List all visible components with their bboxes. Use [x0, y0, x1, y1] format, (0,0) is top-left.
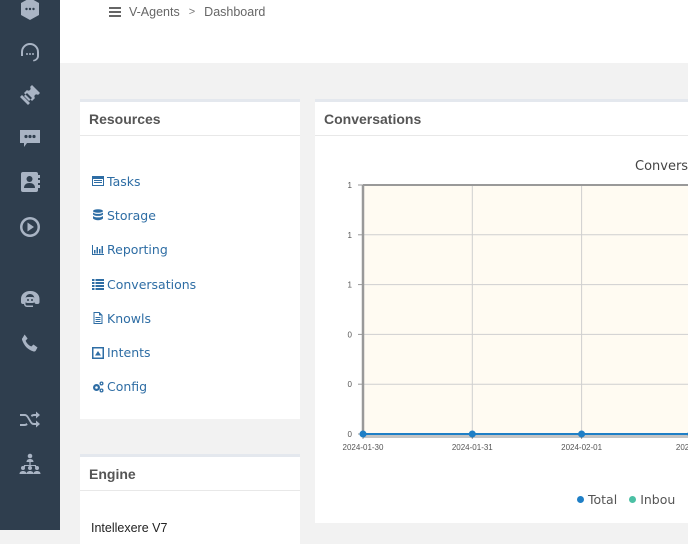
resource-link-storage[interactable]: Storage	[91, 198, 300, 232]
list-icon	[91, 278, 104, 291]
contact-book-icon	[21, 172, 40, 192]
sidebar-item-tickets[interactable]	[15, 80, 45, 110]
shuffle-icon	[20, 411, 40, 428]
data-point	[468, 430, 476, 438]
sidebar-item-support[interactable]	[15, 37, 45, 67]
x-tick-label: 2024	[676, 443, 688, 452]
sidebar-item-playback[interactable]	[15, 212, 45, 242]
resource-link-config[interactable]: Config	[91, 370, 300, 404]
breadcrumb-root[interactable]: V-Agents	[129, 5, 180, 19]
breadcrumb-separator: >	[188, 6, 196, 18]
engine-value: Intellexere V7	[91, 521, 168, 535]
resource-label: Conversations	[107, 276, 197, 292]
y-tick-label: 0	[348, 380, 353, 389]
resource-label: Config	[107, 379, 148, 395]
plot-area	[363, 185, 688, 434]
file-text-icon	[91, 312, 104, 325]
y-tick-label: 1	[348, 281, 353, 290]
conversations-panel: Conversations 1 1 1 0 0 0 2024-01-30 2024-01-31…	[315, 99, 688, 523]
sidebar-item-chat[interactable]	[15, 0, 45, 24]
resource-link-reporting[interactable]: Reporting	[91, 233, 300, 267]
sidebar-item-hierarchy[interactable]	[15, 449, 45, 479]
resource-label: Intents	[107, 345, 151, 361]
data-point	[359, 430, 367, 438]
y-tick-label: 1	[348, 181, 353, 190]
sidebar-item-agents[interactable]	[15, 285, 45, 315]
y-tick-label: 0	[348, 330, 353, 339]
legend-entry-total[interactable]: Total	[577, 492, 617, 507]
legend-label: Total	[588, 492, 618, 507]
resource-link-conversations[interactable]: Conversations	[91, 267, 300, 301]
chart-title: Conversa	[635, 159, 688, 174]
engine-title: Engine	[80, 457, 300, 491]
y-tick-label: 0	[348, 430, 353, 439]
data-point	[578, 430, 586, 438]
top-bar: V-Agents > Dashboard	[60, 0, 688, 63]
sidebar-item-calls[interactable]	[15, 329, 45, 359]
y-tick-label: 1	[348, 231, 353, 240]
sidebar-item-routing[interactable]	[15, 405, 45, 435]
resource-link-knowls[interactable]: Knowls	[91, 301, 300, 335]
resource-link-intents[interactable]: Intents	[91, 335, 300, 369]
chat-hexagon-icon	[21, 0, 39, 20]
ticket-icon	[20, 85, 40, 105]
breadcrumb: V-Agents > Dashboard	[109, 5, 265, 19]
legend-dot	[577, 496, 584, 503]
resources-title: Resources	[80, 102, 300, 136]
bar-chart-icon	[91, 244, 104, 256]
conversations-title: Conversations	[315, 102, 688, 136]
bot-headset-icon	[21, 291, 40, 307]
resource-label: Reporting	[107, 242, 168, 258]
legend-entry-inbou[interactable]: Inbou	[629, 492, 675, 507]
chart-legend: Total Inbou	[577, 492, 687, 507]
sidebar-item-contacts[interactable]	[15, 167, 45, 197]
x-tick-label: 2024-01-31	[452, 443, 493, 452]
legend-label: Inbou	[640, 492, 676, 507]
org-hierarchy-icon	[19, 453, 41, 474]
breadcrumb-current: Dashboard	[204, 5, 266, 19]
conversations-chart: 1 1 1 0 0 0 2024-01-30 2024-01-31 2024-02-01 2024…	[315, 139, 688, 526]
message-dots-icon	[20, 130, 40, 147]
legend-dot	[629, 496, 637, 503]
phone-icon	[21, 334, 38, 352]
x-tick-label: 2024-01-30	[343, 443, 384, 452]
resource-label: Knowls	[107, 310, 151, 326]
sidebar	[0, 0, 60, 530]
x-tick-label: 2024-02-01	[561, 443, 602, 452]
engine-panel: Engine Intellexere V7	[80, 454, 300, 544]
sidebar-item-messages[interactable]	[15, 123, 45, 153]
resource-label: Tasks	[107, 173, 141, 189]
caret-square-up-icon	[91, 346, 104, 359]
headset-icon	[21, 43, 39, 62]
play-circle-icon	[20, 217, 40, 237]
resource-link-tasks[interactable]: Tasks	[91, 164, 300, 198]
resource-label: Storage	[107, 207, 156, 223]
hamburger-menu-icon[interactable]	[109, 7, 121, 17]
chart-svg: 1 1 1 0 0 0 2024-01-30 2024-01-31 2024-02-01 2024	[343, 181, 688, 452]
list-alt-icon	[91, 175, 104, 187]
resources-panel: Resources Tasks Storage Reporting Conver…	[80, 99, 300, 419]
resources-list: Tasks Storage Reporting Conversations Kn…	[80, 136, 300, 404]
database-icon	[91, 209, 104, 221]
cogs-icon	[91, 381, 104, 393]
